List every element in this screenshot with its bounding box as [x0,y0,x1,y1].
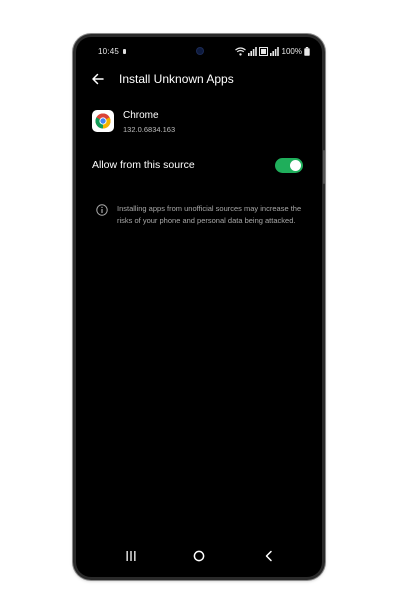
page: 10:45 100% Install Unknown Apps Chrome 1… [0,0,400,600]
signal-icon-2 [269,47,279,56]
recents-button[interactable] [122,547,140,565]
app-info-row: Chrome 132.0.6834.163 [90,107,310,137]
chrome-icon [95,113,111,129]
status-bar: 10:45 100% [76,45,322,59]
toggle-knob [290,160,301,171]
phone-side-button [323,150,325,184]
info-text: Installing apps from unofficial sources … [117,204,302,225]
allow-from-source-row[interactable]: Allow from this source [76,155,322,177]
battery-percent: 100% [281,47,302,56]
nav-back-button[interactable] [260,547,278,565]
status-icons: 100% [234,47,310,56]
navigation-bar [76,545,322,567]
back-arrow-icon [92,73,104,85]
app-bar: Install Unknown Apps [76,67,322,91]
home-button[interactable] [190,547,208,565]
battery-icon [304,47,310,56]
front-camera [197,48,203,54]
notification-icon [123,49,126,54]
status-time: 10:45 [98,47,120,56]
signal-icon [247,47,257,56]
allow-from-source-label: Allow from this source [92,159,195,171]
home-icon [193,550,205,562]
back-button[interactable] [90,71,106,87]
data-icon [258,47,268,56]
back-icon [265,550,272,562]
app-version: 132.0.6834.163 [123,125,176,134]
app-icon-tile [92,110,114,132]
phone-screen: 10:45 100% Install Unknown Apps Chrome 1… [76,37,322,577]
app-name: Chrome [123,110,159,121]
recents-icon [126,551,136,561]
wifi-icon [234,47,246,56]
info-icon [96,204,108,216]
page-title: Install Unknown Apps [119,72,234,86]
allow-from-source-toggle[interactable] [275,158,303,173]
